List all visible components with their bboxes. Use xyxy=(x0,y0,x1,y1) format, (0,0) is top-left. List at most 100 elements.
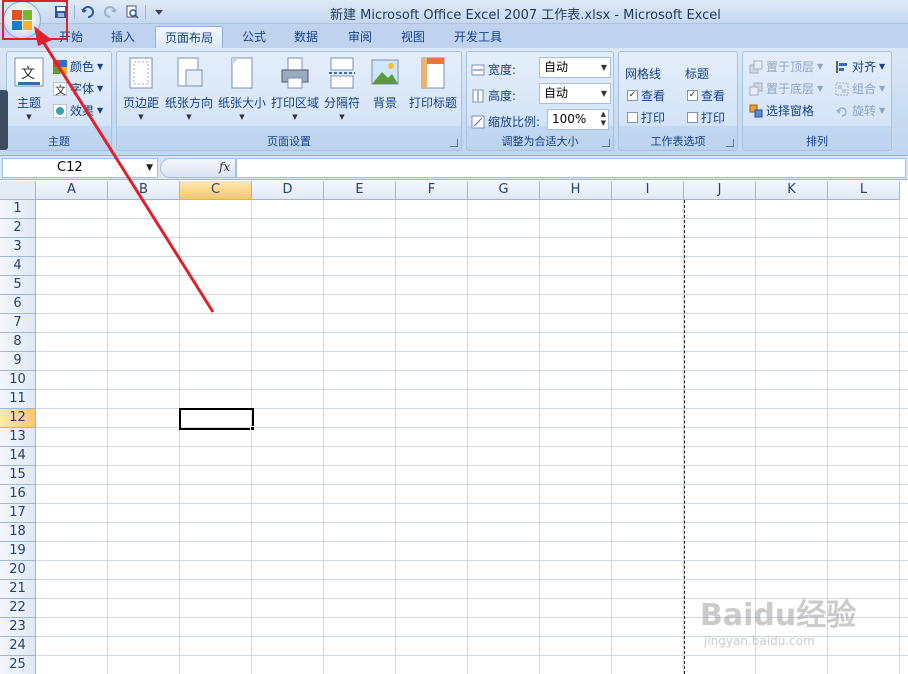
column-header-e[interactable]: E xyxy=(324,181,396,200)
row-header-13[interactable]: 13 xyxy=(0,428,36,447)
row-header-9[interactable]: 9 xyxy=(0,352,36,371)
dialog-launcher-icon[interactable] xyxy=(450,139,458,147)
breaks-button[interactable]: 分隔符 ▼ xyxy=(323,56,361,121)
row-header-8[interactable]: 8 xyxy=(0,333,36,352)
rotate-label: 旋转 xyxy=(852,104,877,118)
headings-print-label: 打印 xyxy=(701,111,726,125)
row-header-24[interactable]: 24 xyxy=(0,637,36,656)
group-arrange: 置于顶层 ▼ 置于底层 ▼ 选择窗格 对齐 ▼ 组合 ▼ 旋转 ▼ 排列 xyxy=(742,51,892,151)
font-icon: 文 xyxy=(53,81,67,96)
column-header-a[interactable]: A xyxy=(36,181,108,200)
row-header-16[interactable]: 16 xyxy=(0,485,36,504)
tab-review[interactable]: 审阅 xyxy=(340,26,380,48)
scale-label-row: 缩放比例: xyxy=(471,113,540,130)
insert-function-icon[interactable]: fx xyxy=(219,160,230,174)
save-icon[interactable] xyxy=(52,3,70,21)
height-value: 自动 xyxy=(544,86,569,100)
headings-print-checkbox[interactable]: 打印 xyxy=(687,109,725,126)
row-header-17[interactable]: 17 xyxy=(0,504,36,523)
align-button[interactable]: 对齐 ▼ xyxy=(835,58,885,75)
tab-home[interactable]: 开始 xyxy=(52,26,90,48)
column-header-f[interactable]: F xyxy=(396,181,468,200)
row-header-12[interactable]: 12 xyxy=(0,409,36,428)
row-header-20[interactable]: 20 xyxy=(0,561,36,580)
tab-developer[interactable]: 开发工具 xyxy=(446,26,510,48)
office-button[interactable] xyxy=(3,1,41,39)
undo-icon[interactable] xyxy=(79,3,97,21)
group-label-sheet-options: 工作表选项 xyxy=(650,135,706,148)
column-header-d[interactable]: D xyxy=(252,181,324,200)
row-header-25[interactable]: 25 xyxy=(0,656,36,674)
print-preview-icon[interactable] xyxy=(123,3,141,21)
gridlines-print-checkbox[interactable]: 打印 xyxy=(627,109,665,126)
row-header-22[interactable]: 22 xyxy=(0,599,36,618)
column-header-k[interactable]: K xyxy=(756,181,828,200)
select-all-corner[interactable] xyxy=(0,181,36,200)
background-button[interactable]: 背景 xyxy=(367,56,403,111)
size-button[interactable]: 纸张大小 ▼ xyxy=(217,56,267,121)
tab-page-layout[interactable]: 页面布局 xyxy=(155,26,223,48)
tab-insert[interactable]: 插入 xyxy=(103,26,143,48)
formula-bar: C12 ▼ fx xyxy=(0,156,908,180)
margins-button[interactable]: 页边距 ▼ xyxy=(121,56,161,121)
print-area-button[interactable]: 打印区域 ▼ xyxy=(271,56,319,121)
row-header-19[interactable]: 19 xyxy=(0,542,36,561)
formula-input[interactable] xyxy=(236,158,906,178)
column-header-h[interactable]: H xyxy=(540,181,612,200)
themes-button[interactable]: 文 主题 ▼ xyxy=(11,56,47,121)
column-header-b[interactable]: B xyxy=(108,181,180,200)
bring-front-icon xyxy=(749,60,763,73)
row-header-2[interactable]: 2 xyxy=(0,219,36,238)
column-header-c[interactable]: C xyxy=(180,181,252,200)
width-label-row: 宽度: xyxy=(471,61,516,78)
row-header-10[interactable]: 10 xyxy=(0,371,36,390)
baidu-watermark: Baidu经验 jingyan.baidu.com xyxy=(700,590,856,648)
name-box[interactable]: C12 ▼ xyxy=(2,158,158,178)
dialog-launcher-icon[interactable] xyxy=(726,139,734,147)
row-header-11[interactable]: 11 xyxy=(0,390,36,409)
tab-formulas[interactable]: 公式 xyxy=(234,26,274,48)
margins-icon xyxy=(126,56,156,90)
scale-spinner[interactable]: 100% ▲ ▼ xyxy=(547,109,609,130)
chevron-down-icon: ▼ xyxy=(186,113,192,121)
redo-icon[interactable] xyxy=(101,3,119,21)
column-header-l[interactable]: L xyxy=(828,181,900,200)
height-select[interactable]: 自动 ▼ xyxy=(539,83,611,104)
fill-handle[interactable] xyxy=(250,426,255,431)
row-header-1[interactable]: 1 xyxy=(0,200,36,219)
row-header-23[interactable]: 23 xyxy=(0,618,36,637)
send-to-back-button[interactable]: 置于底层 ▼ xyxy=(749,80,823,97)
tab-data[interactable]: 数据 xyxy=(286,26,326,48)
dialog-launcher-icon[interactable] xyxy=(602,139,610,147)
column-header-g[interactable]: G xyxy=(468,181,540,200)
row-header-14[interactable]: 14 xyxy=(0,447,36,466)
row-header-4[interactable]: 4 xyxy=(0,257,36,276)
row-header-15[interactable]: 15 xyxy=(0,466,36,485)
width-select[interactable]: 自动 ▼ xyxy=(539,57,611,78)
chevron-down-icon[interactable]: ▼ xyxy=(146,159,153,177)
theme-fonts-button[interactable]: 文 字体 ▼ xyxy=(53,80,103,97)
gridlines-view-checkbox[interactable]: ✓ 查看 xyxy=(627,87,665,104)
spinner-arrows-icon[interactable]: ▲ ▼ xyxy=(601,110,606,128)
theme-colors-button[interactable]: 颜色 ▼ xyxy=(53,58,103,75)
row-header-6[interactable]: 6 xyxy=(0,295,36,314)
orientation-button[interactable]: 纸张方向 ▼ xyxy=(165,56,213,121)
theme-effects-label: 效果 xyxy=(70,104,95,118)
row-header-5[interactable]: 5 xyxy=(0,276,36,295)
headings-view-checkbox[interactable]: ✓ 查看 xyxy=(687,87,725,104)
row-header-7[interactable]: 7 xyxy=(0,314,36,333)
customize-icon[interactable] xyxy=(150,3,168,21)
tab-view[interactable]: 视图 xyxy=(393,26,433,48)
active-cell[interactable] xyxy=(179,408,254,430)
theme-effects-button[interactable]: 效果 ▼ xyxy=(53,102,103,119)
rotate-button[interactable]: 旋转 ▼ xyxy=(835,102,885,119)
column-header-j[interactable]: J xyxy=(684,181,756,200)
row-header-3[interactable]: 3 xyxy=(0,238,36,257)
group-button[interactable]: 组合 ▼ xyxy=(835,80,885,97)
row-header-18[interactable]: 18 xyxy=(0,523,36,542)
print-titles-button[interactable]: 打印标题 xyxy=(407,56,459,111)
bring-to-front-button[interactable]: 置于顶层 ▼ xyxy=(749,58,823,75)
column-header-i[interactable]: I xyxy=(612,181,684,200)
row-header-21[interactable]: 21 xyxy=(0,580,36,599)
selection-pane-button[interactable]: 选择窗格 xyxy=(749,102,814,119)
